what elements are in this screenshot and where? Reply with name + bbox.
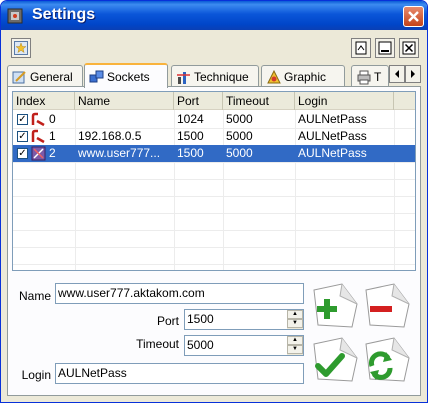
socket-disconnected-icon [31, 112, 45, 127]
timeout-increment-button[interactable]: ▲ [287, 336, 303, 345]
table-header: Index Name Port Timeout Login [13, 92, 415, 110]
cell-timeout: 5000 [226, 112, 253, 126]
tab-graphic[interactable]: Graphic [261, 65, 345, 87]
cell-index: 2 [49, 146, 56, 160]
row-checkbox[interactable]: ✓ [17, 131, 28, 142]
port-value: 1500 [187, 312, 214, 326]
cell-timeout: 5000 [226, 129, 253, 143]
login-input[interactable]: AULNetPass [55, 363, 304, 384]
arrow-left-icon [395, 70, 399, 78]
cell-timeout: 5000 [226, 146, 253, 160]
cell-login: AULNetPass [298, 129, 367, 143]
tab-graphic-label: Graphic [284, 69, 327, 84]
table-row[interactable]: ✓ 1 192.168.0.5 1500 5000 AULNetPass [13, 128, 415, 145]
tab-general[interactable]: General [7, 65, 83, 87]
socket-disconnected-icon [31, 129, 45, 144]
grid-line [13, 213, 415, 214]
checkmark-icon [313, 337, 358, 382]
tab-technique-label: Technique [194, 69, 249, 84]
cell-index: 1 [49, 129, 56, 143]
tab-print-label: Т [374, 69, 382, 84]
technique-icon [177, 71, 190, 84]
grid-line [13, 179, 415, 180]
column-header-index[interactable]: Index [13, 92, 75, 110]
port-label: Port [156, 314, 179, 328]
timeout-label: Timeout [136, 337, 179, 351]
name-input[interactable]: www.user777.aktakom.com [55, 283, 304, 304]
add-socket-button[interactable] [312, 282, 359, 329]
login-label: Login [21, 368, 51, 382]
app-icon [7, 8, 23, 24]
timeout-value: 5000 [187, 338, 214, 352]
cell-login: AULNetPass [298, 112, 367, 126]
refresh-icon [365, 337, 410, 382]
arrow-right-icon [411, 70, 415, 78]
cell-name [75, 111, 174, 128]
tab-sockets[interactable]: Sockets [84, 63, 168, 88]
column-header-timeout[interactable]: Timeout [223, 92, 295, 110]
name-label: Name [18, 289, 51, 303]
apply-button[interactable] [312, 336, 359, 383]
close-window-button[interactable] [403, 6, 424, 27]
tab-scroll-right-button[interactable] [405, 65, 421, 83]
favorites-button[interactable] [11, 38, 31, 58]
close-panel-button[interactable] [399, 38, 419, 58]
tab-technique[interactable]: Technique [171, 65, 259, 87]
column-header-filler [394, 92, 415, 110]
cell-name: www.user777... [78, 146, 161, 160]
grid-line [13, 247, 415, 248]
tab-strip: General Sockets Technique Graphic Т [7, 63, 421, 88]
minimize-button[interactable] [375, 38, 395, 58]
column-header-login[interactable]: Login [295, 92, 394, 110]
sockets-icon [89, 70, 104, 82]
client-area: General Sockets Technique Graphic Т Inde… [5, 30, 423, 400]
plus-icon [313, 283, 358, 328]
grid-line [13, 162, 415, 163]
minimize-icon [378, 41, 392, 55]
sockets-table[interactable]: Index Name Port Timeout Login ✓ 0 1024 5… [12, 91, 416, 271]
title-bar[interactable]: Settings [1, 1, 427, 30]
table-row[interactable]: ✓ 0 1024 5000 AULNetPass [13, 111, 415, 128]
cell-port: 1500 [177, 129, 204, 143]
grid-line [13, 264, 415, 265]
tab-print[interactable]: Т [351, 65, 389, 87]
general-icon [12, 70, 26, 83]
window-title: Settings [32, 6, 96, 23]
row-checkbox[interactable]: ✓ [17, 148, 28, 159]
port-decrement-button[interactable]: ▼ [287, 319, 303, 328]
close-icon [402, 41, 416, 55]
column-header-name[interactable]: Name [75, 92, 174, 110]
cell-port: 1500 [177, 146, 204, 160]
remove-socket-button[interactable] [364, 282, 411, 329]
settings-window: Settings General Sockets Technique Graph… [0, 0, 428, 403]
graphic-icon [267, 69, 281, 83]
restore-icon [355, 41, 367, 55]
minus-icon [365, 283, 410, 328]
socket-connected-icon [31, 146, 46, 161]
timeout-spin-buttons[interactable]: ▲ ▼ [287, 336, 303, 355]
cell-port: 1024 [177, 112, 204, 126]
printer-icon [357, 70, 371, 84]
timeout-decrement-button[interactable]: ▼ [287, 345, 303, 354]
close-icon [408, 11, 419, 22]
port-increment-button[interactable]: ▲ [287, 310, 303, 319]
cell-index: 0 [49, 112, 56, 126]
cell-name: 192.168.0.5 [78, 129, 142, 143]
cell-login: AULNetPass [298, 146, 367, 160]
column-header-port[interactable]: Port [174, 92, 223, 110]
tab-scroll-left-button[interactable] [389, 65, 405, 83]
restore-button[interactable] [351, 38, 371, 58]
tab-general-label: General [30, 69, 73, 84]
row-checkbox[interactable]: ✓ [17, 114, 28, 125]
refresh-button[interactable] [364, 336, 411, 383]
grid-line [13, 196, 415, 197]
port-stepper[interactable]: 1500 ▲ ▼ [184, 309, 304, 330]
tab-sockets-label: Sockets [107, 69, 150, 84]
timeout-stepper[interactable]: 5000 ▲ ▼ [184, 335, 304, 356]
grid-line [13, 230, 415, 231]
star-icon [14, 41, 28, 55]
table-row-selected[interactable]: ✓ 2 www.user777... 1500 5000 AULNetPass [13, 145, 415, 162]
port-spin-buttons[interactable]: ▲ ▼ [287, 310, 303, 329]
